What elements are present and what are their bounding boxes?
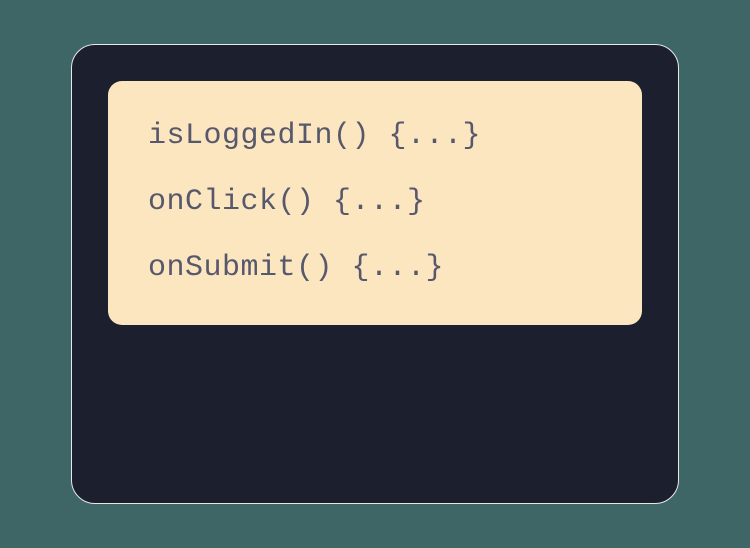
code-block: isLoggedIn() {...} onClick() {...} onSub… (108, 81, 642, 325)
code-line: isLoggedIn() {...} (148, 115, 602, 157)
code-line: onSubmit() {...} (148, 247, 602, 289)
code-line: onClick() {...} (148, 181, 602, 223)
editor-window: isLoggedIn() {...} onClick() {...} onSub… (71, 44, 679, 504)
